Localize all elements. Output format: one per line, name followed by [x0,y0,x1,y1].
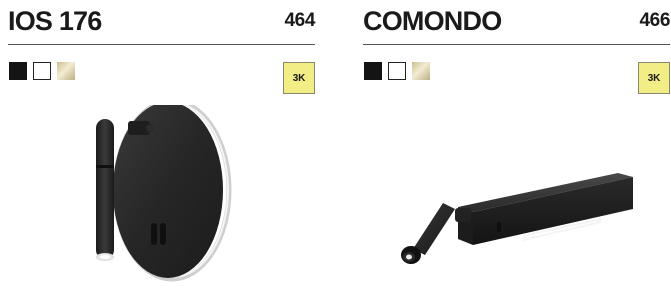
page-number: 464 [284,10,315,31]
color-temperature-badge: 3K [283,62,315,94]
white-finish-swatch [33,62,51,80]
black-finish-swatch [364,62,382,80]
round-wall-reading-lamp-icon [96,105,232,282]
product-card-comondo: COMONDO 466 3K [363,0,670,294]
product-image [363,105,670,294]
page-number: 466 [639,10,670,31]
gold-finish-swatch [412,62,430,80]
product-image [8,105,315,294]
gold-finish-swatch [57,62,75,80]
product-title: COMONDO [363,6,502,36]
product-card-ios-176: IOS 176 464 3K [8,0,315,294]
title-divider [8,44,315,45]
finish-swatches [364,62,430,80]
color-temperature-label: 3K [647,72,661,84]
product-title: IOS 176 [8,6,102,36]
white-finish-swatch [388,62,406,80]
black-finish-swatch [9,62,27,80]
bar-wall-reading-lamp-icon [401,173,633,264]
color-temperature-label: 3K [292,72,306,84]
finish-swatches [9,62,75,80]
color-temperature-badge: 3K [638,62,670,94]
title-divider [363,44,670,45]
